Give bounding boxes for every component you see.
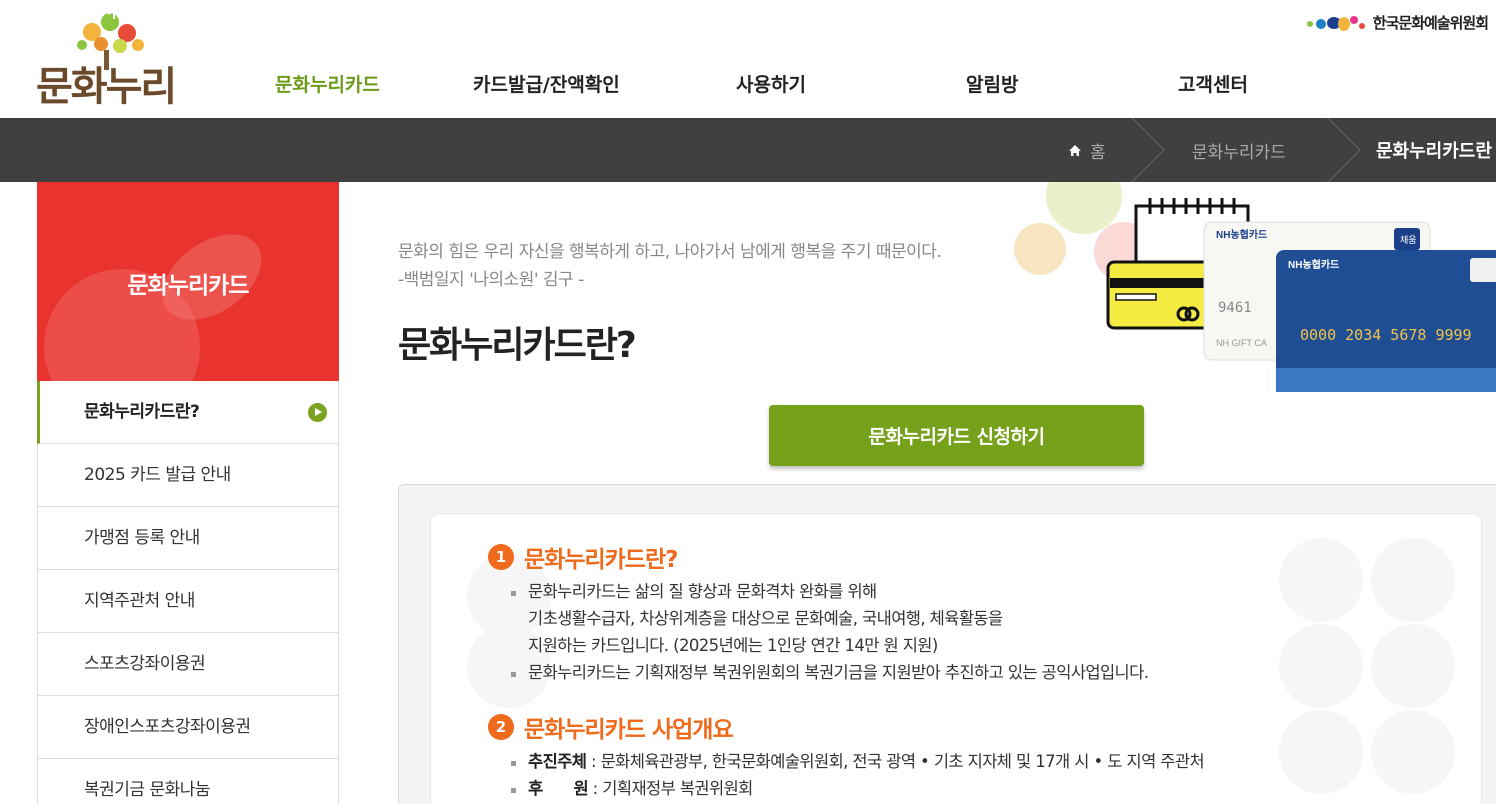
sidebar-item-disabled-sports[interactable]: 장애인스포츠강좌이용권 [37, 696, 338, 759]
sidebar-item-label: 장애인스포츠강좌이용권 [84, 717, 251, 737]
nav-card-issue[interactable]: 카드발급/잔액확인 [473, 70, 620, 97]
background-decor-icon [1279, 710, 1363, 794]
sidebar: 문화누리카드 문화누리카드란? 2025 카드 발급 안내 가맹점 등록 안내 … [37, 182, 339, 804]
list-item: 문화누리카드는 삶의 질 향상과 문화격차 완화를 위해 [510, 578, 1148, 605]
nav-usage[interactable]: 사용하기 [736, 70, 806, 97]
sidebar-item-label: 문화누리카드란? [84, 402, 200, 422]
nav-notice[interactable]: 알림방 [966, 70, 1018, 97]
sidebar-item-sports-voucher[interactable]: 스포츠강좌이용권 [37, 633, 338, 696]
row-value: : 문화체육관광부, 한국문화예술위원회, 전국 광역 • 기초 지자체 및 1… [586, 752, 1205, 771]
background-decor-icon [1371, 624, 1455, 708]
section-number-badge: 2 [488, 714, 514, 740]
svg-text:NH GIFT CA: NH GIFT CA [1216, 338, 1267, 348]
list-item: 지원하는 카드입니다. (2025년에는 1인당 연간 14만 원 지원) [528, 636, 938, 655]
background-decor-icon [1371, 710, 1455, 794]
section-2-list: 추진주체 : 문화체육관광부, 한국문화예술위원회, 전국 광역 • 기초 지자… [510, 748, 1205, 802]
section-title: 문화누리카드란? [524, 547, 678, 573]
sidebar-header: 문화누리카드 [37, 182, 339, 381]
background-decor-icon [1279, 538, 1363, 622]
svg-text:9461: 9461 [1218, 300, 1252, 316]
site-header: 문화누리 문화누리카드 카드발급/잔액확인 사용하기 알림방 고객센터 한국문화… [0, 0, 1496, 118]
org-name: 한국문화예술위원회 [1372, 13, 1489, 32]
org-logo[interactable]: 한국문화예술위원회 [1305, 10, 1489, 34]
sidebar-item-label: 2025 카드 발급 안내 [84, 465, 231, 485]
sidebar-item-issue-guide[interactable]: 2025 카드 발급 안내 [37, 444, 338, 507]
sidebar-title: 문화누리카드 [127, 273, 250, 299]
breadcrumb-home[interactable]: 홈 [1068, 138, 1106, 163]
svg-text:채움: 채움 [1400, 235, 1417, 246]
row-key: 추진주체 [528, 752, 587, 771]
breadcrumb-home-label: 홈 [1090, 143, 1106, 163]
card-illustration-icon: NH농협카드 채움 9461 NH GIFT CA NH농협카드 0000 20… [1014, 182, 1496, 392]
list-item: 후 원 : 기획재정부 복권위원회 [510, 775, 1204, 802]
sidebar-item-label: 지역주관처 안내 [84, 591, 195, 611]
breadcrumb-separator-icon [1327, 118, 1362, 182]
card-illustration: NH농협카드 채움 9461 NH GIFT CA NH농협카드 0000 20… [1000, 182, 1496, 402]
nav-customer-center[interactable]: 고객센터 [1178, 70, 1248, 97]
nav-culture-card[interactable]: 문화누리카드 [275, 70, 380, 97]
arrow-right-icon [308, 403, 327, 422]
intro-quote: 문화의 힘은 우리 자신을 행복하게 하고, 나아가서 남에게 행복을 주기 때… [398, 238, 942, 294]
main-nav: 문화누리카드 카드발급/잔액확인 사용하기 알림방 고객센터 [240, 70, 1320, 100]
list-item: 추진주체 : 문화체육관광부, 한국문화예술위원회, 전국 광역 • 기초 지자… [510, 748, 1205, 775]
breadcrumb: 홈 문화누리카드 문화누리카드란 [0, 118, 1496, 182]
sidebar-item-label: 복권기금 문화나눔 [84, 780, 211, 800]
background-decor-icon [1371, 538, 1455, 622]
sidebar-item-lottery-fund[interactable]: 복권기금 문화나눔 [37, 759, 338, 804]
org-dots-icon [1306, 16, 1365, 31]
breadcrumb-separator-icon [1131, 118, 1166, 182]
list-item: 문화누리카드는 기획재정부 복권위원회의 복권기금을 지원받아 추진하고 있는 … [510, 659, 1149, 686]
sidebar-item-merchant[interactable]: 가맹점 등록 안내 [37, 507, 338, 570]
breadcrumb-current[interactable]: 문화누리카드란 [1376, 137, 1492, 163]
row-key: 후 원 [528, 779, 589, 798]
apply-card-button[interactable]: 문화누리카드 신청하기 [769, 405, 1144, 466]
quote-text: 문화의 힘은 우리 자신을 행복하게 하고, 나아가서 남에게 행복을 주기 때… [398, 242, 942, 262]
svg-text:0000 2034 5678 9999: 0000 2034 5678 9999 [1300, 326, 1472, 344]
svg-text:NH농협카드: NH농협카드 [1288, 258, 1339, 271]
row-value: : 기획재정부 복권위원회 [588, 779, 754, 798]
sidebar-item-regional[interactable]: 지역주관처 안내 [37, 570, 338, 633]
list-item: 기초생활수급자, 차상위계층을 대상으로 문화예술, 국내여행, 체육활동을 [528, 609, 1003, 628]
sidebar-menu: 문화누리카드란? 2025 카드 발급 안내 가맹점 등록 안내 지역주관처 안… [37, 381, 338, 804]
sidebar-item-label: 스포츠강좌이용권 [84, 654, 206, 674]
section-title: 문화누리카드 사업개요 [524, 717, 734, 743]
section-1-header: 1 문화누리카드란? [488, 540, 678, 574]
section-2-header: 2 문화누리카드 사업개요 [488, 710, 734, 744]
quote-author: -백범일지 '나의소원' 김구 - [398, 270, 584, 290]
background-decor-icon [1279, 624, 1363, 708]
site-logo[interactable]: 문화누리 [34, 9, 184, 110]
section-1-list: 문화누리카드는 삶의 질 향상과 문화격차 완화를 위해 기초생활수급자, 차상… [510, 578, 1149, 686]
svg-text:NH농협카드: NH농협카드 [1216, 228, 1267, 241]
logo-text: 문화누리 [36, 64, 177, 110]
sidebar-item-about[interactable]: 문화누리카드란? [37, 381, 338, 444]
breadcrumb-level1[interactable]: 문화누리카드 [1192, 138, 1286, 163]
section-number-badge: 1 [488, 544, 514, 570]
page-title: 문화누리카드란? [398, 325, 637, 366]
home-icon [1069, 145, 1081, 156]
sidebar-item-label: 가맹점 등록 안내 [84, 528, 200, 548]
